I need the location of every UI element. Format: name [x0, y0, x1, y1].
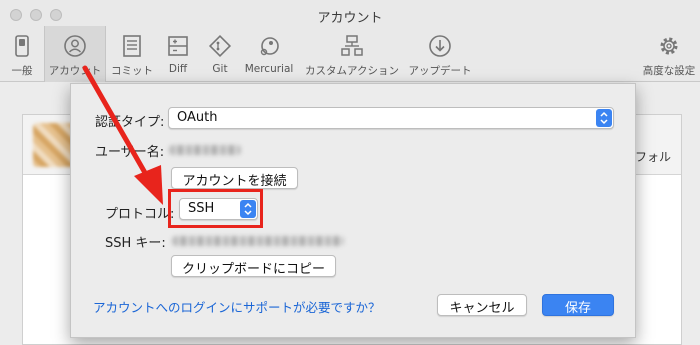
- red-arrow: [82, 65, 163, 205]
